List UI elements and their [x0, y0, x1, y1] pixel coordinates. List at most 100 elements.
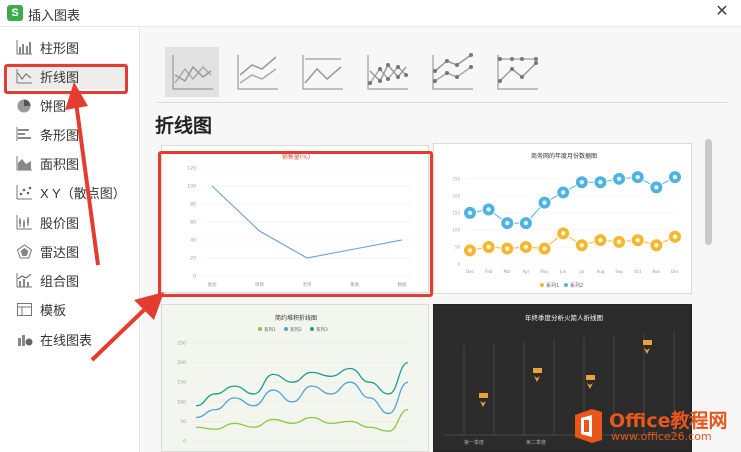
x-tick-label: 无序	[303, 281, 312, 288]
sidebar-item-bar[interactable]: 柱形图	[8, 34, 128, 60]
x-tick-label: 重要	[350, 281, 359, 288]
template-card-monthly-bubbles[interactable]: 商务网的年度月份数据图 系列1 系列2 0 50 100 150 200 250 Dec Fe…	[433, 143, 692, 294]
percent-stacked-markers-icon	[497, 55, 538, 90]
sidebar-item-label: 股价图	[40, 215, 80, 231]
y-tick-label: 250	[452, 176, 460, 181]
x-tick-label: 类别	[208, 281, 217, 288]
series-line	[469, 176, 676, 224]
stock-chart-icon	[16, 214, 32, 229]
sidebar-item-label: 在线图表	[40, 332, 93, 348]
chart-title: 简约堆积折线图	[275, 314, 317, 322]
x-tick-label: Aug	[597, 269, 605, 274]
scrollbar[interactable]	[705, 139, 712, 245]
bubble-figure	[654, 185, 659, 190]
app-logo-icon: S	[7, 5, 23, 21]
sidebar-item-area[interactable]: 面积图	[8, 150, 128, 176]
bubble-figure	[486, 207, 491, 212]
sidebar-item-pie[interactable]: 饼图	[8, 92, 128, 118]
y-tick-label: 100	[187, 184, 196, 190]
sidebar-item-online[interactable]: 在线图表	[8, 326, 128, 352]
bubble-figure	[635, 237, 640, 243]
bubble-figure	[486, 244, 491, 250]
template-card-stacked-lines[interactable]: 简约堆积折线图 系列1 系列2 系列3 0 50 100 150 200 250	[161, 304, 429, 452]
quarter-label: 第二季度	[526, 439, 546, 446]
x-tick-label: May	[540, 269, 549, 274]
sidebar-item-label: 面积图	[40, 156, 80, 172]
y-tick-label: 150	[177, 380, 186, 386]
y-tick-label: 0	[183, 439, 186, 445]
y-tick-label: 200	[177, 360, 186, 366]
y-tick-label: 120	[187, 166, 196, 172]
bubble-figure	[579, 180, 585, 185]
bubble-figure	[523, 244, 529, 250]
watermark-name: Office教程网	[609, 410, 728, 432]
x-tick-label: Oct	[634, 269, 641, 274]
bubble-figure	[598, 180, 603, 185]
horizontal-bar-chart-icon	[16, 126, 31, 141]
title-bar: S 插入图表 ✕	[0, 0, 741, 27]
y-tick-label: 200	[452, 193, 460, 198]
y-tick-label: 20	[190, 256, 196, 262]
subtype-stacked-line-markers[interactable]	[425, 47, 479, 97]
legend-label: 系列3	[316, 326, 328, 333]
bubble-figure	[505, 246, 510, 251]
y-tick-label: 60	[190, 220, 196, 226]
scatter-chart-icon	[16, 184, 32, 199]
y-tick-label: 250	[177, 341, 186, 347]
office-logo-icon	[575, 409, 602, 443]
legend-marker	[540, 283, 544, 287]
subtype-percent-stacked-line[interactable]	[295, 47, 349, 97]
template-icon	[17, 302, 32, 316]
bubble-figure	[505, 220, 510, 226]
sidebar-item-combo[interactable]: 组合图	[8, 267, 128, 293]
y-tick-label: 0	[457, 262, 460, 267]
section-title: 折线图	[155, 116, 213, 137]
y-tick-label: 50	[455, 244, 461, 249]
sidebar-item-hbar[interactable]: 条形图	[8, 121, 128, 147]
y-tick-label: 0	[193, 274, 196, 280]
bubble-figure	[542, 246, 547, 251]
chart-category-sidebar: 柱形图 折线图 饼图 条形图 面积图 X Y（散点图） 股价图 雷达图 组合图 …	[0, 27, 140, 452]
y-tick-label: 50	[180, 419, 186, 425]
subtype-line-markers[interactable]	[360, 47, 414, 97]
subtype-stacked-line[interactable]	[230, 47, 284, 97]
sidebar-item-line[interactable]: 折线图	[8, 63, 128, 89]
close-icon[interactable]: ✕	[713, 3, 731, 21]
dialog-title: 插入图表	[28, 8, 81, 23]
sidebar-item-radar[interactable]: 雷达图	[8, 238, 128, 264]
sidebar-item-label: 饼图	[40, 98, 67, 114]
template-card-simple-line[interactable]: 销售量(%) 0 20 40 60 80 100 120 类别 项目 无序 重要 数据	[161, 145, 429, 293]
percent-stacked-line-icon	[302, 55, 343, 90]
bar-chart-icon	[16, 39, 32, 54]
sidebar-item-template[interactable]: 模板	[8, 296, 128, 322]
watermark-url: www.office26.com	[611, 430, 712, 443]
legend-label: 系列1	[264, 326, 276, 333]
radar-chart-icon	[16, 243, 33, 258]
y-tick-label: 40	[190, 238, 196, 244]
sidebar-item-stock[interactable]: 股价图	[8, 209, 128, 235]
bubble-figure	[672, 234, 678, 239]
bubble-figure	[542, 200, 547, 205]
sidebar-item-label: 雷达图	[40, 244, 80, 260]
sidebar-item-label: 折线图	[40, 69, 80, 85]
x-tick-label: 数据	[398, 281, 407, 288]
bubble-figure	[467, 248, 473, 253]
bubble-figure	[523, 220, 529, 226]
subtype-line[interactable]	[165, 47, 219, 97]
chart-title: 商务网的年度月份数据图	[531, 152, 597, 160]
x-tick-label: Jul	[578, 269, 584, 274]
x-tick-label: Apr	[522, 269, 529, 274]
line-chart-icon	[16, 68, 32, 83]
stacked-line-icon	[237, 55, 278, 90]
rocket-markers	[479, 340, 652, 407]
bubble-figure	[654, 243, 659, 248]
series-line	[195, 408, 409, 432]
sidebar-item-scatter[interactable]: X Y（散点图）	[8, 179, 128, 205]
subtype-percent-stacked-markers[interactable]	[490, 47, 544, 97]
x-tick-label: Dec	[466, 269, 474, 274]
bubble-figure	[598, 237, 603, 243]
online-chart-icon	[18, 334, 33, 346]
bubble-figure	[672, 174, 678, 180]
bubble-figure	[560, 190, 566, 195]
area-chart-icon	[16, 155, 32, 170]
